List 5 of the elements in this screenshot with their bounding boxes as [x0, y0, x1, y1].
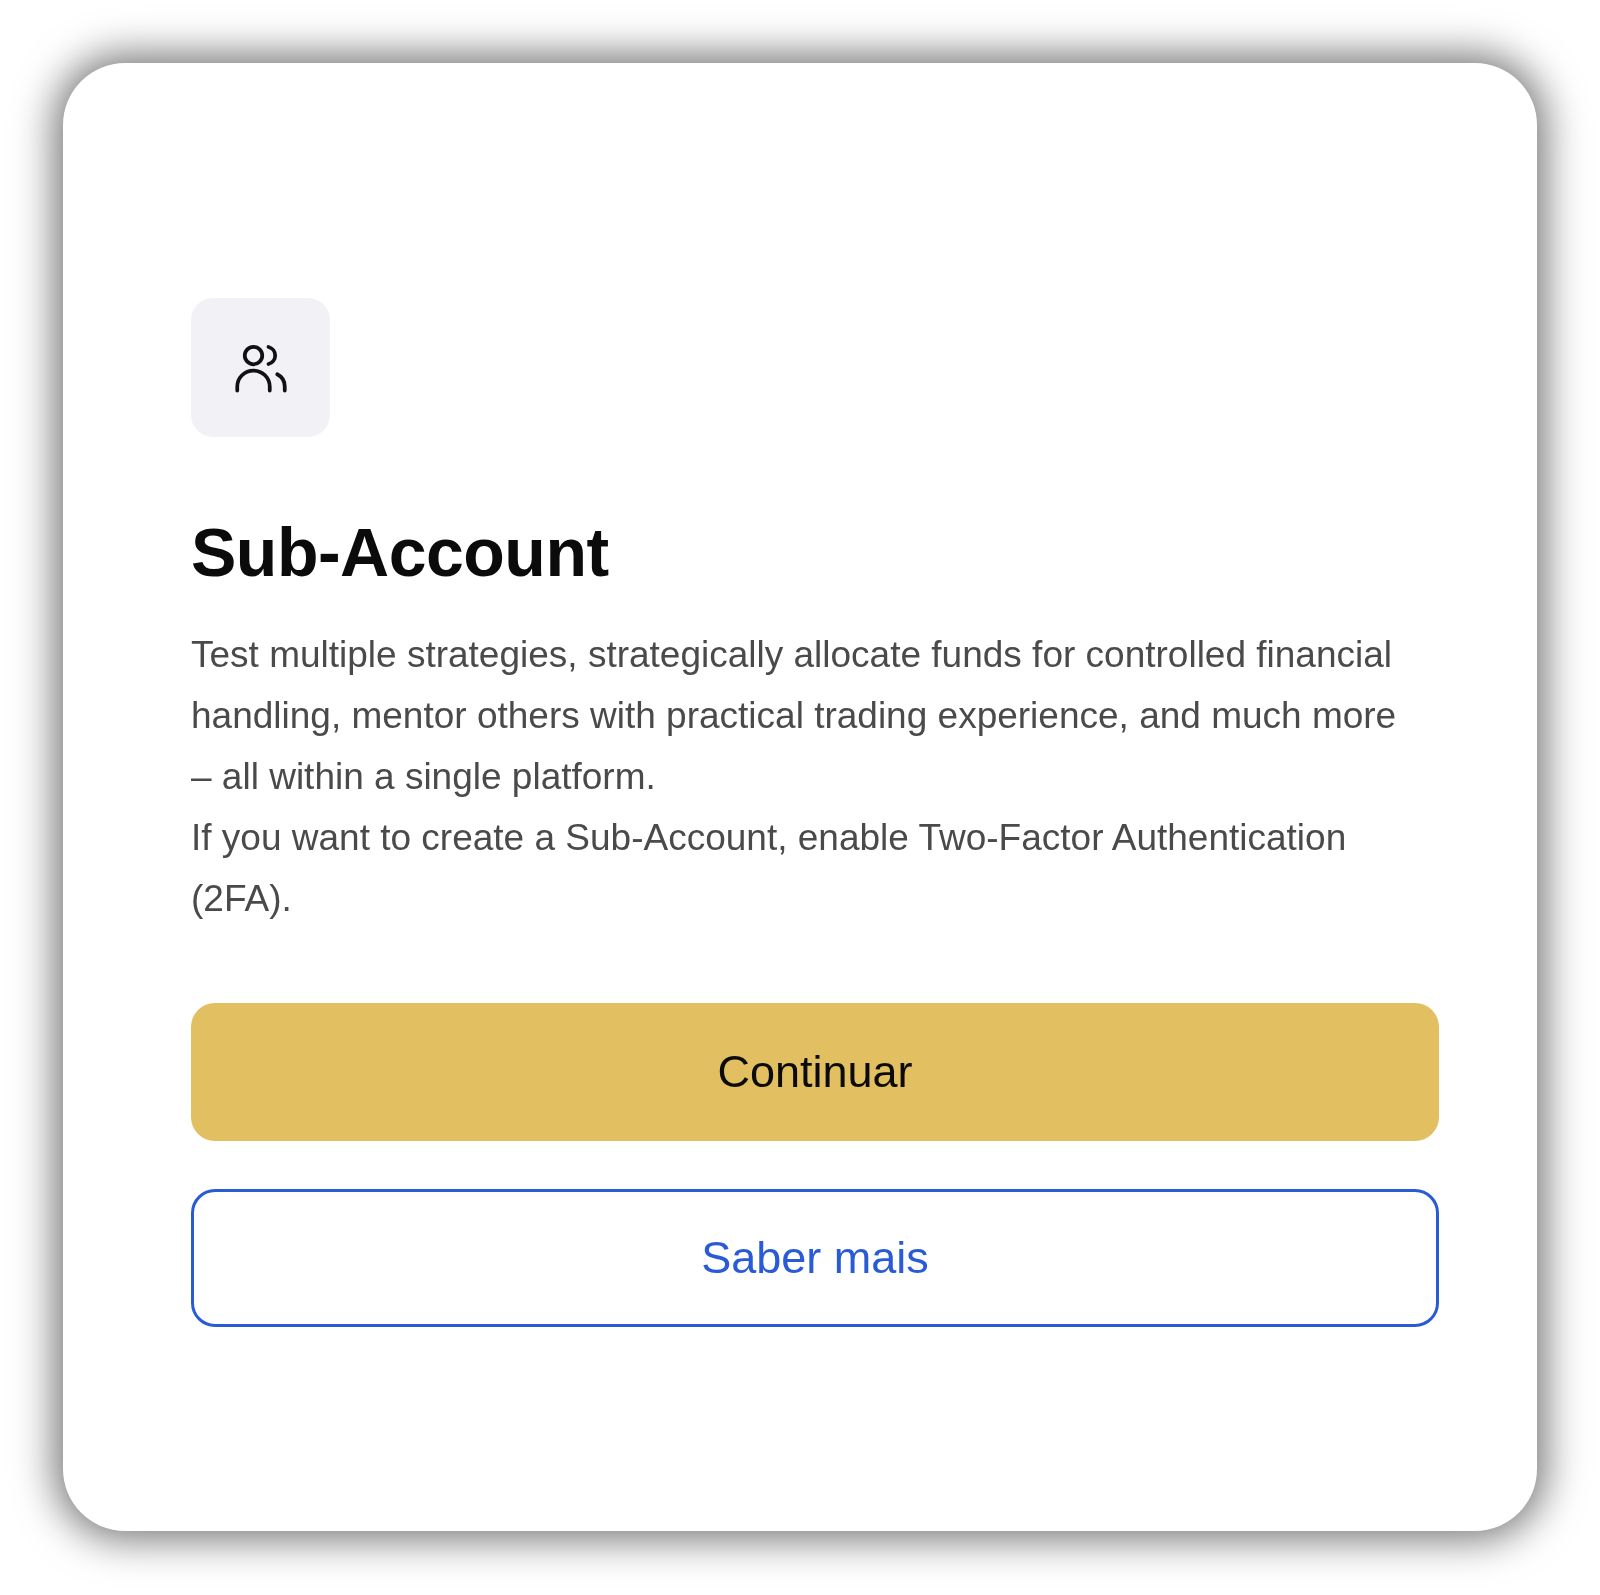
card-title: Sub-Account [191, 515, 610, 590]
description-text: Test multiple strategies, strategically allocate funds for controlled financial handling, mentor others with practical trading experience, and much more – all within a single platform. [191, 632, 1398, 799]
continue-button[interactable]: Continuar [191, 1002, 1439, 1141]
learn-more-button[interactable]: Saber mais [191, 1188, 1439, 1327]
description-text: If you want to create a Sub-Account, enable Two-Factor Authentication (2FA). [191, 815, 1348, 921]
